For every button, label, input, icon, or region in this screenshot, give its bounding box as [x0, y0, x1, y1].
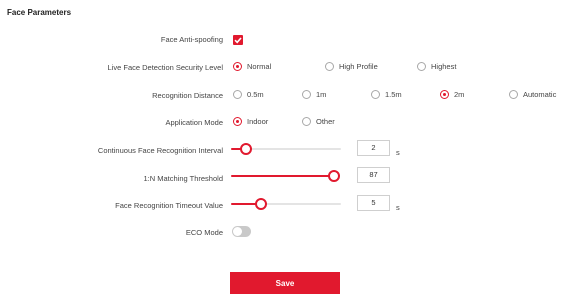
option-label: Other: [316, 117, 335, 126]
continuous-interval-slider[interactable]: [231, 143, 341, 155]
distance-option-2m[interactable]: 2m: [440, 90, 464, 99]
option-label: Automatic: [523, 90, 557, 99]
eco-mode-label: ECO Mode: [185, 228, 223, 237]
distance-option-1-5m[interactable]: 1.5m: [371, 90, 402, 99]
timeout-label: Face Recognition Timeout Value: [115, 201, 223, 210]
radio-icon: [302, 90, 311, 99]
option-label: Highest: [431, 62, 457, 71]
radio-icon: [509, 90, 518, 99]
radio-icon: [302, 117, 311, 126]
anti-spoofing-label: Face Anti-spoofing: [160, 35, 223, 44]
option-label: High Profile: [339, 62, 378, 71]
radio-icon: [417, 62, 426, 71]
timeout-input[interactable]: 5: [357, 195, 390, 211]
option-label: 1m: [316, 90, 327, 99]
radio-selected-icon: [440, 90, 449, 99]
distance-option-1m[interactable]: 1m: [302, 90, 326, 99]
matching-threshold-input[interactable]: 87: [357, 167, 390, 183]
unit-label: s: [396, 148, 400, 157]
distance-option-0-5m[interactable]: 0.5m: [233, 90, 264, 99]
matching-threshold-label: 1:N Matching Threshold: [143, 174, 224, 183]
slider-fill: [231, 175, 334, 177]
radio-selected-icon: [233, 117, 242, 126]
unit-label: s: [396, 203, 400, 212]
slider-thumb[interactable]: [328, 170, 340, 182]
option-label: Indoor: [247, 117, 269, 126]
option-label: Normal: [247, 62, 272, 71]
slider-thumb[interactable]: [255, 198, 267, 210]
radio-selected-icon: [233, 62, 242, 71]
security-level-label: Live Face Detection Security Level: [107, 63, 223, 72]
recognition-distance-label: Recognition Distance: [152, 91, 223, 100]
security-level-option-high-profile[interactable]: High Profile: [325, 62, 378, 71]
matching-threshold-slider[interactable]: [231, 170, 340, 182]
mode-option-indoor[interactable]: Indoor: [233, 117, 268, 126]
radio-icon: [233, 90, 242, 99]
security-level-option-normal[interactable]: Normal: [233, 62, 271, 71]
continuous-interval-input[interactable]: 2: [357, 140, 390, 156]
radio-icon: [325, 62, 334, 71]
slider-thumb[interactable]: [240, 143, 252, 155]
eco-mode-toggle[interactable]: [232, 226, 251, 237]
continuous-interval-label: Continuous Face Recognition Interval: [97, 146, 223, 155]
page-title: Face Parameters: [7, 8, 72, 17]
save-button[interactable]: Save: [230, 272, 340, 294]
timeout-slider[interactable]: [231, 198, 341, 210]
option-label: 0.5m: [247, 90, 264, 99]
anti-spoofing-checkbox[interactable]: [233, 35, 243, 45]
mode-option-other[interactable]: Other: [302, 117, 335, 126]
option-label: 1.5m: [385, 90, 402, 99]
option-label: 2m: [454, 90, 465, 99]
distance-option-automatic[interactable]: Automatic: [509, 90, 556, 99]
radio-icon: [371, 90, 380, 99]
application-mode-label: Application Mode: [165, 118, 223, 127]
security-level-option-highest[interactable]: Highest: [417, 62, 456, 71]
check-icon: [234, 37, 242, 44]
